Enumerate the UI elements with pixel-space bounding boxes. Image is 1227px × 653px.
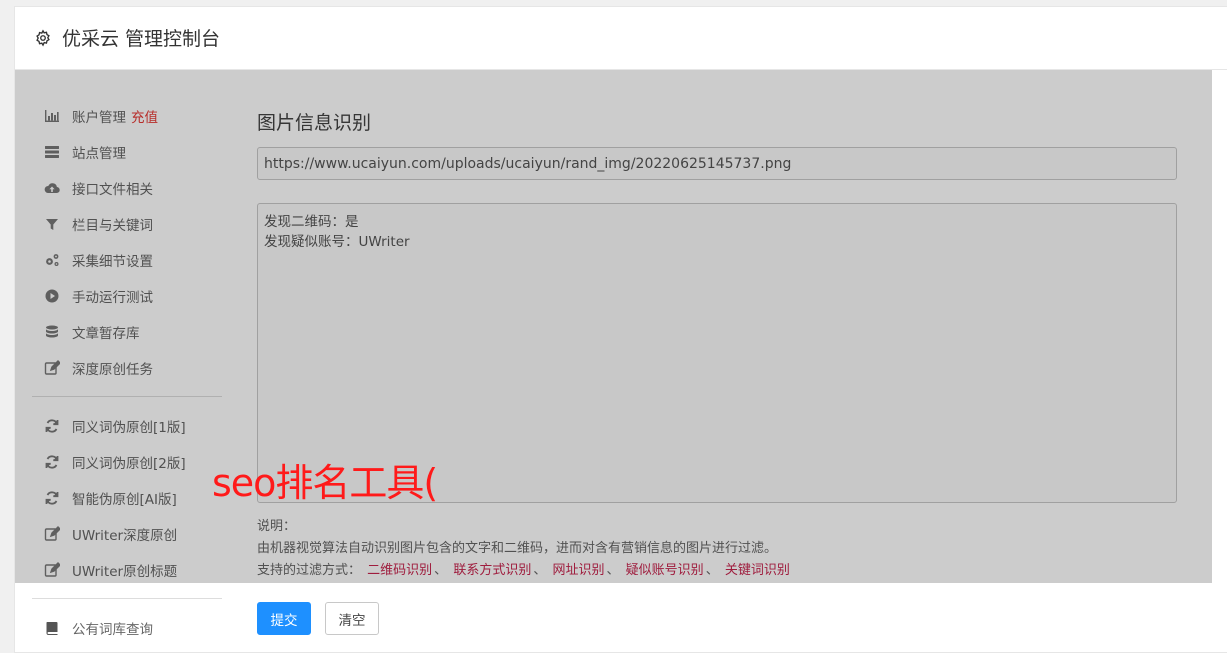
sidebar-item-label: 手动运行测试 xyxy=(72,290,153,306)
sidebar-item-label: 接口文件相关 xyxy=(72,182,153,198)
play-circle-icon xyxy=(44,288,60,304)
page-title: 图片信息识别 xyxy=(257,112,372,134)
sidebar-item-label: 文章暂存库 xyxy=(72,326,140,342)
bar-chart-icon xyxy=(44,108,60,124)
sidebar-item-deep-original[interactable]: 深度原创任务 xyxy=(32,350,222,386)
refresh-icon xyxy=(44,454,60,470)
sidebar-divider xyxy=(32,396,222,397)
sidebar: 账户管理 充值 站点管理 接口文件相关 栏目与关键词 采集细节设置 手动运行测试 xyxy=(32,98,222,646)
database-icon xyxy=(44,324,60,340)
filter-separator: 、 xyxy=(434,563,448,578)
sidebar-item-label: 智能伪原创[AI版] xyxy=(72,492,177,508)
refresh-icon xyxy=(44,490,60,506)
filter-separator: 、 xyxy=(705,563,719,578)
clear-button[interactable]: 清空 xyxy=(325,602,379,635)
header-bar: 优采云 管理控制台 xyxy=(14,6,1227,70)
edit-icon xyxy=(44,526,60,542)
filter-separator: 、 xyxy=(606,563,620,578)
sidebar-item-account[interactable]: 账户管理 充值 xyxy=(32,98,222,134)
gear-icon xyxy=(34,29,52,47)
filter-tag: 网址识别 xyxy=(552,563,605,578)
sidebar-item-label: 站点管理 xyxy=(72,146,126,162)
filter-tag: 二维码识别 xyxy=(367,563,433,578)
filter-tag: 联系方式识别 xyxy=(453,563,532,578)
note-label: 说明： xyxy=(257,519,297,534)
filter-separator: 、 xyxy=(533,563,547,578)
filter-methods: 支持的过滤方式： 二维码识别、 联系方式识别、 网址识别、 疑似账号识别、 关键… xyxy=(257,560,792,582)
sidebar-item-columns-keywords[interactable]: 栏目与关键词 xyxy=(32,206,222,242)
sidebar-item-uwriter-deep[interactable]: UWriter深度原创 xyxy=(32,516,222,552)
sidebar-item-label: UWriter深度原创 xyxy=(72,528,178,544)
recharge-link[interactable]: 充值 xyxy=(131,106,158,126)
sidebar-item-label: 采集细节设置 xyxy=(72,254,153,270)
edit-icon xyxy=(44,360,60,376)
edit-icon xyxy=(44,562,60,578)
sidebar-item-interface-files[interactable]: 接口文件相关 xyxy=(32,170,222,206)
sidebar-item-manual-run[interactable]: 手动运行测试 xyxy=(32,278,222,314)
sidebar-item-synonym-v2[interactable]: 同义词伪原创[2版] xyxy=(32,444,222,480)
sidebar-item-synonym-v1[interactable]: 同义词伪原创[1版] xyxy=(32,408,222,444)
sidebar-item-sites[interactable]: 站点管理 xyxy=(32,134,222,170)
result-line: 发现二维码：是 xyxy=(264,214,359,230)
sidebar-item-uwriter-title[interactable]: UWriter原创标题 xyxy=(32,552,222,588)
page-header-title: 优采云 管理控制台 xyxy=(62,28,221,50)
sidebar-item-article-storage[interactable]: 文章暂存库 xyxy=(32,314,222,350)
cloud-upload-icon xyxy=(44,180,60,196)
book-icon xyxy=(44,620,60,636)
filter-icon xyxy=(44,216,60,232)
sidebar-item-collect-settings[interactable]: 采集细节设置 xyxy=(32,242,222,278)
server-icon xyxy=(44,144,60,160)
filter-tag: 关键词识别 xyxy=(724,563,790,578)
submit-button[interactable]: 提交 xyxy=(257,602,311,635)
note-description: 由机器视觉算法自动识别图片包含的文字和二维码，进而对含有营销信息的图片进行过滤。 xyxy=(257,541,778,556)
sidebar-item-public-lexicon[interactable]: 公有词库查询 xyxy=(32,610,222,646)
sidebar-item-label: 账户管理 xyxy=(72,110,126,126)
sidebar-item-label: 公有词库查询 xyxy=(72,622,153,638)
filters-label: 支持的过滤方式： xyxy=(257,563,362,578)
sidebar-item-ai-rewrite[interactable]: 智能伪原创[AI版] xyxy=(32,480,222,516)
result-line: 发现疑似账号：UWriter xyxy=(264,234,410,250)
instructions: 说明： 由机器视觉算法自动识别图片包含的文字和二维码，进而对含有营销信息的图片进… xyxy=(257,516,792,582)
filter-tag: 疑似账号识别 xyxy=(625,563,704,578)
sidebar-item-label: 同义词伪原创[1版] xyxy=(72,420,186,436)
main-content: 图片信息识别 发现二维码：是 发现疑似账号：UWriter 说明： 由机器视觉算… xyxy=(257,98,1177,635)
sidebar-item-label: 深度原创任务 xyxy=(72,362,153,378)
refresh-icon xyxy=(44,418,60,434)
gears-icon xyxy=(44,252,60,268)
sidebar-item-label: 同义词伪原创[2版] xyxy=(72,456,186,472)
sidebar-item-label: UWriter原创标题 xyxy=(72,564,178,580)
sidebar-divider xyxy=(32,598,222,599)
watermark-text: seo排名工具( xyxy=(212,461,438,505)
sidebar-item-label: 栏目与关键词 xyxy=(72,218,153,234)
image-url-input[interactable] xyxy=(257,147,1177,180)
